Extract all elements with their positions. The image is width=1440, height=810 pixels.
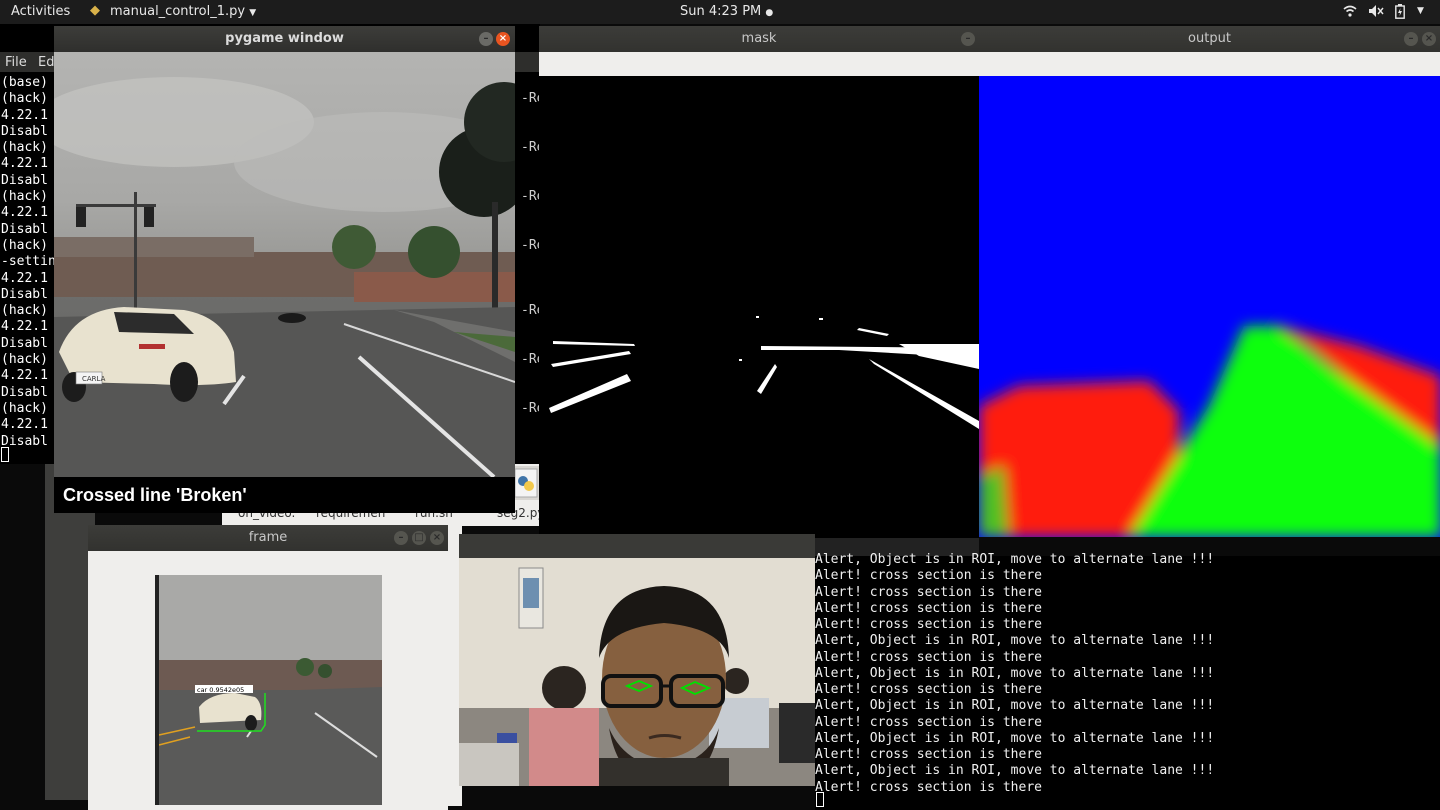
terminal-line: Disabl	[1, 335, 48, 351]
webcam-window[interactable]	[459, 534, 815, 810]
terminal-line: 4.22.1	[1, 368, 48, 384]
clock-label: Sun 4:23 PM	[680, 4, 762, 19]
terminal-line: (hack)	[1, 400, 48, 416]
terminal-line: (hack)	[1, 91, 48, 107]
frame-maximize-button[interactable]: □	[412, 531, 426, 545]
alert-terminal[interactable]: Alert, Object is in ROI, move to alterna…	[815, 552, 1440, 810]
alert-line: Alert! cross section is there	[815, 568, 1042, 584]
minimize-button[interactable]: –	[479, 32, 493, 46]
terminal-line: (hack)	[1, 303, 48, 319]
output-title: output	[1188, 31, 1231, 46]
terminal-line: 4.22.1	[1, 319, 48, 335]
terminal-output-left: (base) (hack) 4.22.1 Disabl (hack) 4.22.1 Disa…	[1, 75, 56, 450]
webcam-image	[459, 558, 815, 786]
alert-line: Alert, Object is in ROI, move to alterna…	[815, 763, 1215, 779]
terminal-line: (hack)	[1, 189, 48, 205]
alert-terminal-output: Alert, Object is in ROI, move to alterna…	[815, 552, 1214, 796]
frame-title: frame	[248, 530, 288, 545]
terminal-line: (hack)	[1, 352, 48, 368]
close-button[interactable]: ×	[496, 32, 510, 46]
webcam-feed[interactable]	[459, 558, 815, 786]
app-menu[interactable]: manual_control_1.py ▼	[110, 4, 256, 19]
mask-window[interactable]: mask – (x=480, y=451) ~ L:0	[539, 26, 979, 556]
segmentation-output-view[interactable]	[979, 76, 1440, 537]
menu-edit[interactable]: Ed	[38, 55, 54, 70]
alert-terminal-cursor	[816, 792, 824, 807]
driving-simulator-view[interactable]: CARLA	[54, 52, 515, 477]
battery-icon[interactable]	[1395, 4, 1405, 23]
frame-window[interactable]: frame – □ × car 0.9542e05	[88, 525, 448, 810]
output-titlebar[interactable]: output – ×	[979, 26, 1440, 52]
detection-scene: car 0.9542e05	[155, 575, 382, 805]
terminal-cursor	[1, 447, 9, 462]
output-close-button[interactable]: ×	[1422, 32, 1436, 46]
terminal-line: 4.22.1	[1, 270, 48, 286]
terminal-line: 4.22.1	[1, 417, 48, 433]
app-menu-label: manual_control_1.py	[110, 4, 246, 19]
wifi-icon[interactable]	[1343, 4, 1357, 22]
segmentation-image	[979, 326, 1440, 537]
output-window[interactable]: output – ×	[979, 26, 1440, 537]
alert-line: Alert, Object is in ROI, move to alterna…	[815, 552, 1215, 567]
terminal-line: Disabl	[1, 286, 48, 302]
terminal-line: 4.22.1	[1, 156, 48, 172]
menu-file[interactable]: File	[5, 55, 27, 70]
hud-caption: Crossed line 'Broken'	[54, 477, 515, 513]
python-app-icon: ◆	[90, 3, 100, 18]
alert-line: Alert! cross section is there	[815, 600, 1042, 616]
terminal-line: (base)	[1, 75, 48, 90]
pygame-titlebar[interactable]: pygame window – ×	[54, 26, 515, 52]
volume-muted-icon[interactable]	[1368, 4, 1384, 22]
activities-button[interactable]: Activities	[11, 4, 70, 19]
pygame-window[interactable]: pygame window – × CARLA Crossed line 'Br…	[54, 26, 515, 513]
frame-close-button[interactable]: ×	[430, 531, 444, 545]
app-menu-chevron-icon: ▼	[249, 8, 257, 18]
python-file-icon[interactable]	[512, 466, 540, 500]
mask-toolbar	[539, 52, 979, 76]
alert-line: Alert! cross section is there	[815, 617, 1042, 632]
detection-frame-view[interactable]: car 0.9542e05	[155, 575, 382, 805]
terminal-line: Disabl	[1, 433, 48, 449]
alert-line: Alert! cross section is there	[815, 584, 1042, 600]
terminal-line: 4.22.1	[1, 205, 48, 221]
clock[interactable]: Sun 4:23 PM ●	[680, 4, 773, 19]
output-toolbar	[979, 52, 1440, 76]
alert-line: Alert! cross section is there	[815, 714, 1042, 730]
alert-line: Alert! cross section is there	[815, 747, 1042, 762]
terminal-line: (hack)	[1, 237, 48, 253]
mask-titlebar[interactable]: mask –	[539, 26, 979, 52]
street-scene: CARLA	[54, 77, 515, 477]
alert-line: Alert! cross section is there	[815, 779, 1042, 795]
system-menu-chevron-icon[interactable]: ▼	[1417, 6, 1424, 16]
alert-line: Alert! cross section is there	[815, 649, 1042, 665]
detection-label: car 0.9542e05	[197, 686, 244, 694]
output-minimize-button[interactable]: –	[1404, 32, 1418, 46]
alert-line: Alert! cross section is there	[815, 682, 1042, 697]
frame-minimize-button[interactable]: –	[394, 531, 408, 545]
alert-line: Alert, Object is in ROI, move to alterna…	[815, 633, 1215, 649]
license-plate: CARLA	[82, 375, 106, 383]
alert-line: Alert, Object is in ROI, move to alterna…	[815, 698, 1215, 714]
alert-line: Alert, Object is in ROI, move to alterna…	[815, 665, 1215, 681]
terminal-line: (hack)	[1, 140, 48, 156]
webcam-titlebar[interactable]	[459, 534, 815, 558]
lane-mask-image	[549, 316, 979, 429]
top-bar: Activities ◆ manual_control_1.py ▼ Sun 4…	[0, 0, 1440, 24]
mask-title: mask	[741, 31, 777, 46]
notification-dot-icon: ●	[765, 8, 774, 18]
pygame-title: pygame window	[225, 31, 344, 46]
terminal-line: Disabl	[1, 221, 48, 237]
terminal-line: Disabl	[1, 123, 48, 139]
terminal-line: -settin	[1, 254, 56, 270]
frame-titlebar[interactable]: frame – □ ×	[88, 525, 448, 551]
alert-line: Alert, Object is in ROI, move to alterna…	[815, 730, 1215, 746]
terminal-line: Disabl	[1, 172, 48, 188]
terminal-line: Disabl	[1, 384, 48, 400]
terminal-line: 4.22.1	[1, 107, 48, 123]
lane-mask-view[interactable]	[539, 76, 979, 538]
mask-minimize-button[interactable]: –	[961, 32, 975, 46]
